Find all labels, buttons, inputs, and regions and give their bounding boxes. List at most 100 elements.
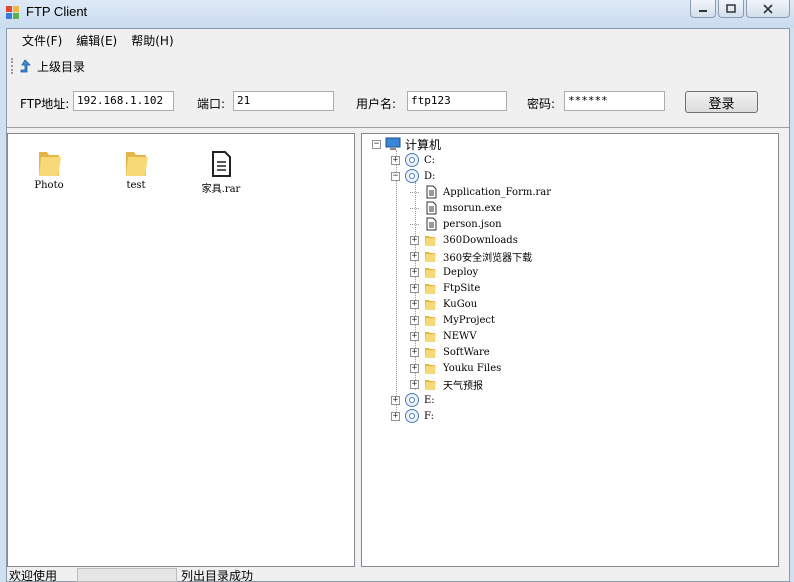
folder-icon	[425, 236, 436, 246]
tree-node[interactable]: +360安全浏览器下载	[410, 248, 532, 264]
tree-node[interactable]: Application_Form.rar	[410, 184, 551, 200]
tree-label: E:	[424, 394, 435, 406]
tree-label: SoftWare	[443, 346, 490, 358]
tree-node[interactable]: + Deploy	[410, 264, 478, 280]
menu-file[interactable]: 文件(F)	[15, 29, 69, 53]
tree-root[interactable]: − 计算机	[372, 136, 441, 152]
expand-toggle[interactable]: +	[410, 331, 419, 341]
tree-label: MyProject	[443, 314, 496, 326]
up-directory-button[interactable]: 上级目录	[18, 58, 85, 75]
expand-toggle[interactable]: +	[410, 235, 419, 245]
file-item-test[interactable]: test	[101, 148, 171, 191]
tree-node[interactable]: + 天气预报	[410, 376, 483, 392]
folder-icon	[425, 284, 436, 294]
tree-label: D:	[424, 170, 436, 182]
expand-toggle[interactable]: +	[391, 155, 400, 165]
tree-label: Youku Files	[443, 362, 502, 374]
tree-label: F:	[424, 410, 434, 422]
file-item-rar[interactable]: 家具.rar	[186, 148, 256, 195]
status-bar: 欢迎使用 列出目录成功	[7, 567, 789, 582]
collapse-toggle[interactable]: −	[391, 171, 400, 181]
expand-toggle[interactable]: +	[410, 283, 419, 293]
file-item-photo[interactable]: Photo	[14, 148, 84, 191]
tree-label: NEWV	[443, 330, 477, 342]
tree-label: Deploy	[443, 266, 479, 278]
tree-label: Application_Form.rar	[443, 186, 552, 198]
tree-node[interactable]: + SoftWare	[410, 344, 490, 360]
menu-help[interactable]: 帮助(H)	[124, 29, 180, 53]
computer-icon	[385, 137, 401, 150]
tree-label: 360Downloads	[443, 234, 518, 246]
expand-toggle[interactable]: +	[391, 395, 400, 405]
login-button[interactable]: 登录	[685, 91, 758, 113]
main-window: 文件(F) 编辑(E) 帮助(H) 上级目录 FTP地址: 192.168.1.…	[6, 28, 790, 582]
expand-toggle[interactable]: +	[410, 363, 419, 373]
folder-icon	[425, 380, 436, 390]
remote-file-list[interactable]: Photo test 家具.rar	[7, 133, 355, 567]
expand-toggle[interactable]: +	[391, 411, 400, 421]
tree-node[interactable]: +360Downloads	[410, 232, 518, 248]
tree-label: FtpSite	[443, 282, 481, 294]
toolbar-grip[interactable]	[11, 58, 14, 74]
menu-bar: 文件(F) 编辑(E) 帮助(H)	[7, 29, 789, 53]
expand-toggle[interactable]: +	[410, 347, 419, 357]
folder-icon	[425, 268, 436, 278]
drive-icon	[405, 169, 419, 183]
drive-icon	[405, 409, 419, 423]
tree-node[interactable]: msorun.exe	[410, 200, 502, 216]
file-icon	[426, 217, 437, 231]
tree-label: C:	[424, 154, 436, 166]
file-icon	[212, 151, 231, 177]
file-icon	[426, 201, 437, 215]
tree-label: 计算机	[405, 137, 442, 152]
expand-toggle[interactable]: +	[410, 379, 419, 389]
title-bar: FTP Client	[0, 0, 794, 28]
minimize-button[interactable]	[690, 0, 716, 18]
file-name: test	[126, 180, 146, 191]
drive-icon	[405, 153, 419, 167]
tree-node[interactable]: person.json	[410, 216, 502, 232]
toolbar: 上级目录	[7, 54, 789, 78]
tree-label: msorun.exe	[443, 202, 502, 214]
menu-edit[interactable]: 编辑(E)	[69, 29, 124, 53]
tree-line	[410, 223, 419, 225]
tree-line	[396, 150, 397, 416]
tree-node[interactable]: + KuGou	[410, 296, 477, 312]
local-tree[interactable]: − 计算机 + C: − D: Application_Form.rar msorun.e…	[361, 133, 779, 567]
tree-node[interactable]: + Youku Files	[410, 360, 501, 376]
password-input[interactable]: ******	[564, 91, 665, 111]
expand-toggle[interactable]: +	[410, 315, 419, 325]
expand-toggle[interactable]: +	[410, 299, 419, 309]
user-input[interactable]: ftp123	[407, 91, 507, 111]
folder-icon	[425, 348, 436, 358]
tree-line	[410, 191, 419, 193]
status-message: 列出目录成功	[181, 568, 254, 582]
drive-icon	[405, 393, 419, 407]
tree-node[interactable]: + F:	[391, 408, 434, 424]
folder-icon	[425, 332, 436, 342]
tree-node[interactable]: + NEWV	[410, 328, 477, 344]
tree-line	[410, 207, 419, 209]
expand-toggle[interactable]: +	[410, 267, 419, 277]
port-label: 端口:	[197, 97, 226, 111]
tree-node[interactable]: + C:	[391, 152, 435, 168]
close-button[interactable]	[746, 0, 790, 18]
file-name: Photo	[34, 180, 64, 191]
maximize-icon	[726, 3, 736, 13]
password-label: 密码:	[527, 97, 556, 111]
close-icon	[763, 3, 773, 14]
tree-node[interactable]: + E:	[391, 392, 435, 408]
progress-bar	[77, 568, 178, 582]
tree-node[interactable]: + FtpSite	[410, 280, 480, 296]
expand-toggle[interactable]: +	[410, 251, 419, 261]
port-input[interactable]: 21	[233, 91, 334, 111]
folder-icon	[39, 152, 61, 176]
collapse-toggle[interactable]: −	[372, 139, 381, 149]
maximize-button[interactable]	[718, 0, 744, 18]
folder-icon	[425, 252, 436, 262]
tree-node[interactable]: − D:	[391, 168, 435, 184]
up-directory-label: 上级目录	[37, 59, 86, 74]
host-input[interactable]: 192.168.1.102	[73, 91, 174, 111]
tree-node[interactable]: + MyProject	[410, 312, 495, 328]
folder-icon	[425, 364, 436, 374]
